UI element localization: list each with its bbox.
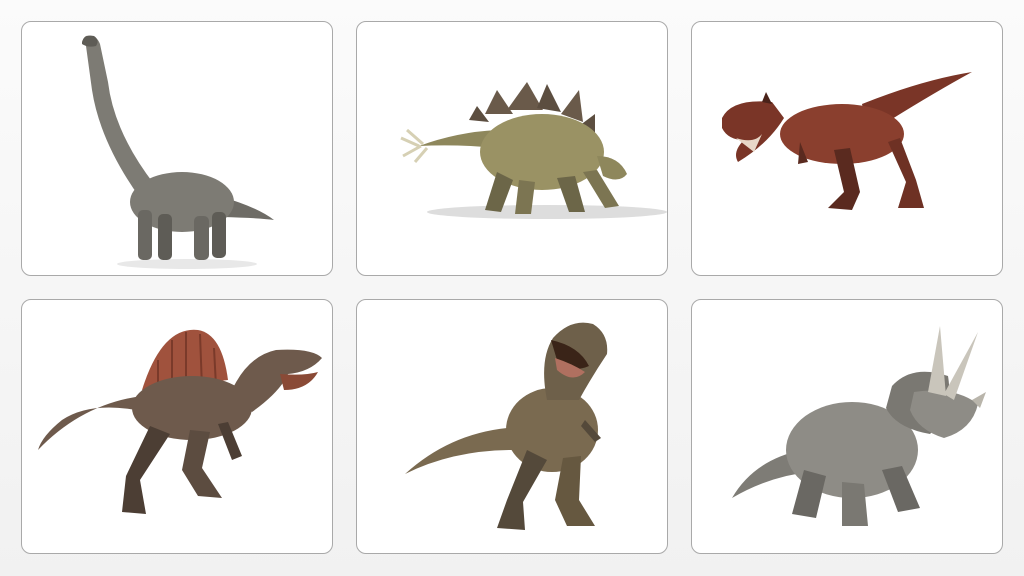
carnotaurus-icon: [722, 72, 972, 210]
triceratops-icon: [732, 326, 986, 526]
image-card-tyrannosaurus[interactable]: [356, 299, 668, 554]
tyrannosaurus-icon: [405, 322, 608, 530]
image-card-triceratops[interactable]: [691, 299, 1003, 554]
brachiosaurus-icon: [82, 35, 274, 269]
stegosaurus-icon: [400, 82, 667, 219]
dinosaur-image-grid: [21, 21, 1003, 554]
spinosaurus-icon: [38, 329, 322, 514]
image-card-spinosaurus[interactable]: [21, 299, 333, 554]
image-card-carnotaurus[interactable]: [691, 21, 1003, 276]
image-card-brachiosaurus[interactable]: [21, 21, 333, 276]
image-card-stegosaurus[interactable]: [356, 21, 668, 276]
